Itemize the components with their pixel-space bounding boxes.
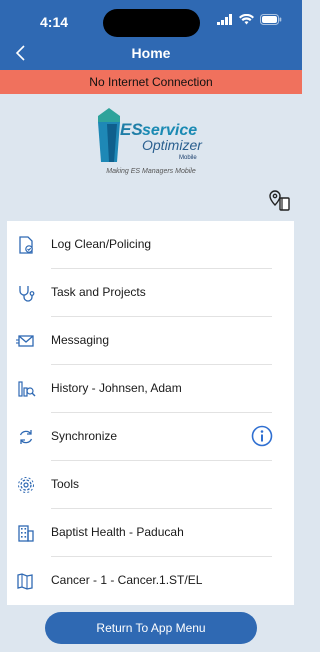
return-to-app-menu-button[interactable]: Return To App Menu: [45, 612, 257, 644]
battery-icon: [260, 14, 282, 25]
menu-item-facility[interactable]: Baptist Health - Paducah: [7, 509, 294, 557]
menu-item-label: Cancer - 1 - Cancer.1.ST/EL: [51, 573, 203, 587]
stethoscope-icon: [19, 286, 35, 302]
status-time: 4:14: [40, 14, 69, 30]
building-icon: [18, 525, 34, 542]
cellular-signal-icon: [217, 14, 232, 25]
menu-item-synchronize[interactable]: Synchronize: [7, 413, 294, 461]
logo-es: ES: [120, 120, 143, 139]
logo-tagline: Making ES Managers Mobile: [106, 168, 196, 175]
map-book-icon: [17, 573, 33, 590]
map-book-icon[interactable]: [268, 188, 292, 212]
offline-banner: No Internet Connection: [0, 70, 302, 94]
logo-optimizer: Optimizer: [142, 137, 202, 153]
menu-item-area[interactable]: Cancer - 1 - Cancer.1.ST/EL: [7, 557, 294, 605]
menu-item-task-projects[interactable]: Task and Projects: [7, 269, 294, 317]
menu-item-label: Synchronize: [51, 429, 118, 443]
menu-item-label: History - Johnsen, Adam: [51, 381, 182, 395]
menu-item-tools[interactable]: Tools: [7, 461, 294, 509]
dynamic-island: [103, 9, 200, 37]
menu-item-history[interactable]: History - Johnsen, Adam: [7, 365, 294, 413]
menu-item-label: Baptist Health - Paducah: [51, 525, 184, 539]
offline-banner-text: No Internet Connection: [89, 75, 213, 89]
menu-item-messaging[interactable]: Messaging: [7, 317, 294, 365]
history-chart-icon: [18, 381, 36, 397]
sync-icon: [19, 430, 33, 444]
menu-item-label: Tools: [51, 477, 80, 491]
gear-icon: [18, 477, 34, 493]
status-icons: [217, 14, 282, 25]
menu-item-log-clean[interactable]: Log Clean/Policing: [7, 221, 294, 269]
header-bar: 4:14 Home: [0, 0, 302, 70]
info-icon[interactable]: [251, 425, 273, 447]
page-title: Home: [131, 45, 171, 61]
document-check-icon: [19, 236, 33, 254]
menu-item-label: Task and Projects: [51, 285, 146, 299]
main-menu: Log Clean/Policing Task and Projects Mes…: [7, 221, 294, 605]
menu-item-label: Messaging: [51, 333, 110, 347]
logo-mobile: Mobile: [179, 155, 197, 161]
menu-item-label: Log Clean/Policing: [51, 237, 152, 251]
envelope-icon: [16, 335, 34, 347]
return-button-label: Return To App Menu: [96, 621, 206, 635]
wifi-icon: [239, 14, 254, 25]
